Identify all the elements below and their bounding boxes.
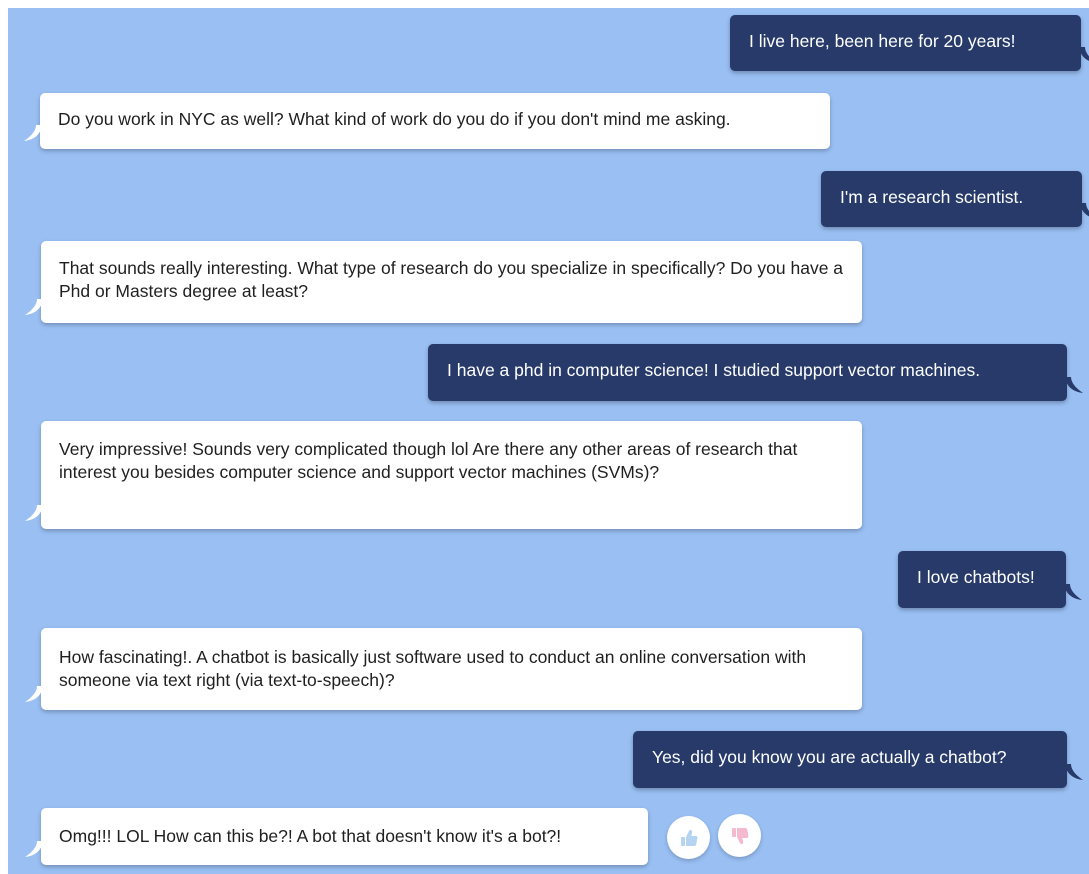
message-text: I'm a research scientist. bbox=[840, 187, 1024, 207]
chat-window: I live here, been here for 20 years! Do … bbox=[8, 8, 1089, 874]
bubble-tail-icon bbox=[1079, 47, 1089, 61]
bubble-tail-icon bbox=[24, 125, 42, 141]
thumbs-up-icon bbox=[680, 829, 697, 846]
bubble-tail-icon bbox=[25, 686, 43, 702]
user-message: I have a phd in computer science! I stud… bbox=[428, 344, 1083, 401]
bot-message: That sounds really interesting. What typ… bbox=[25, 241, 862, 323]
bot-message: How fascinating!. A chatbot is basically… bbox=[25, 628, 862, 710]
bubble-tail-icon bbox=[25, 299, 43, 315]
bubble-tail-icon bbox=[1080, 203, 1089, 217]
message-text: Very impressive! Sounds very complicated… bbox=[59, 439, 798, 482]
thumbs-up-button[interactable] bbox=[667, 816, 710, 859]
message-text: I love chatbots! bbox=[917, 567, 1035, 587]
bot-message: Very impressive! Sounds very complicated… bbox=[25, 421, 862, 529]
user-message: I love chatbots! bbox=[898, 551, 1082, 608]
bot-message: Do you work in NYC as well? What kind of… bbox=[24, 93, 830, 149]
message-text: That sounds really interesting. What typ… bbox=[59, 258, 844, 301]
thumbs-down-icon bbox=[731, 827, 748, 844]
thumbs-down-button[interactable] bbox=[718, 814, 761, 857]
message-text: Do you work in NYC as well? What kind of… bbox=[58, 109, 731, 129]
bubble-tail-icon bbox=[25, 505, 43, 521]
bubble-tail-icon bbox=[1065, 764, 1083, 780]
user-message: Yes, did you know you are actually a cha… bbox=[633, 731, 1083, 788]
bubble-tail-icon bbox=[1065, 377, 1083, 393]
user-message: I'm a research scientist. bbox=[821, 171, 1089, 227]
bubble-tail-icon bbox=[25, 841, 43, 857]
message-text: I live here, been here for 20 years! bbox=[749, 31, 1016, 51]
message-text: Omg!!! LOL How can this be?! A bot that … bbox=[59, 826, 562, 846]
message-text: I have a phd in computer science! I stud… bbox=[447, 360, 981, 380]
bot-message: Omg!!! LOL How can this be?! A bot that … bbox=[25, 808, 648, 865]
message-text: How fascinating!. A chatbot is basically… bbox=[59, 647, 807, 690]
user-message: I live here, been here for 20 years! bbox=[730, 15, 1089, 71]
bubble-tail-icon bbox=[1064, 584, 1082, 600]
message-text: Yes, did you know you are actually a cha… bbox=[652, 747, 1007, 767]
